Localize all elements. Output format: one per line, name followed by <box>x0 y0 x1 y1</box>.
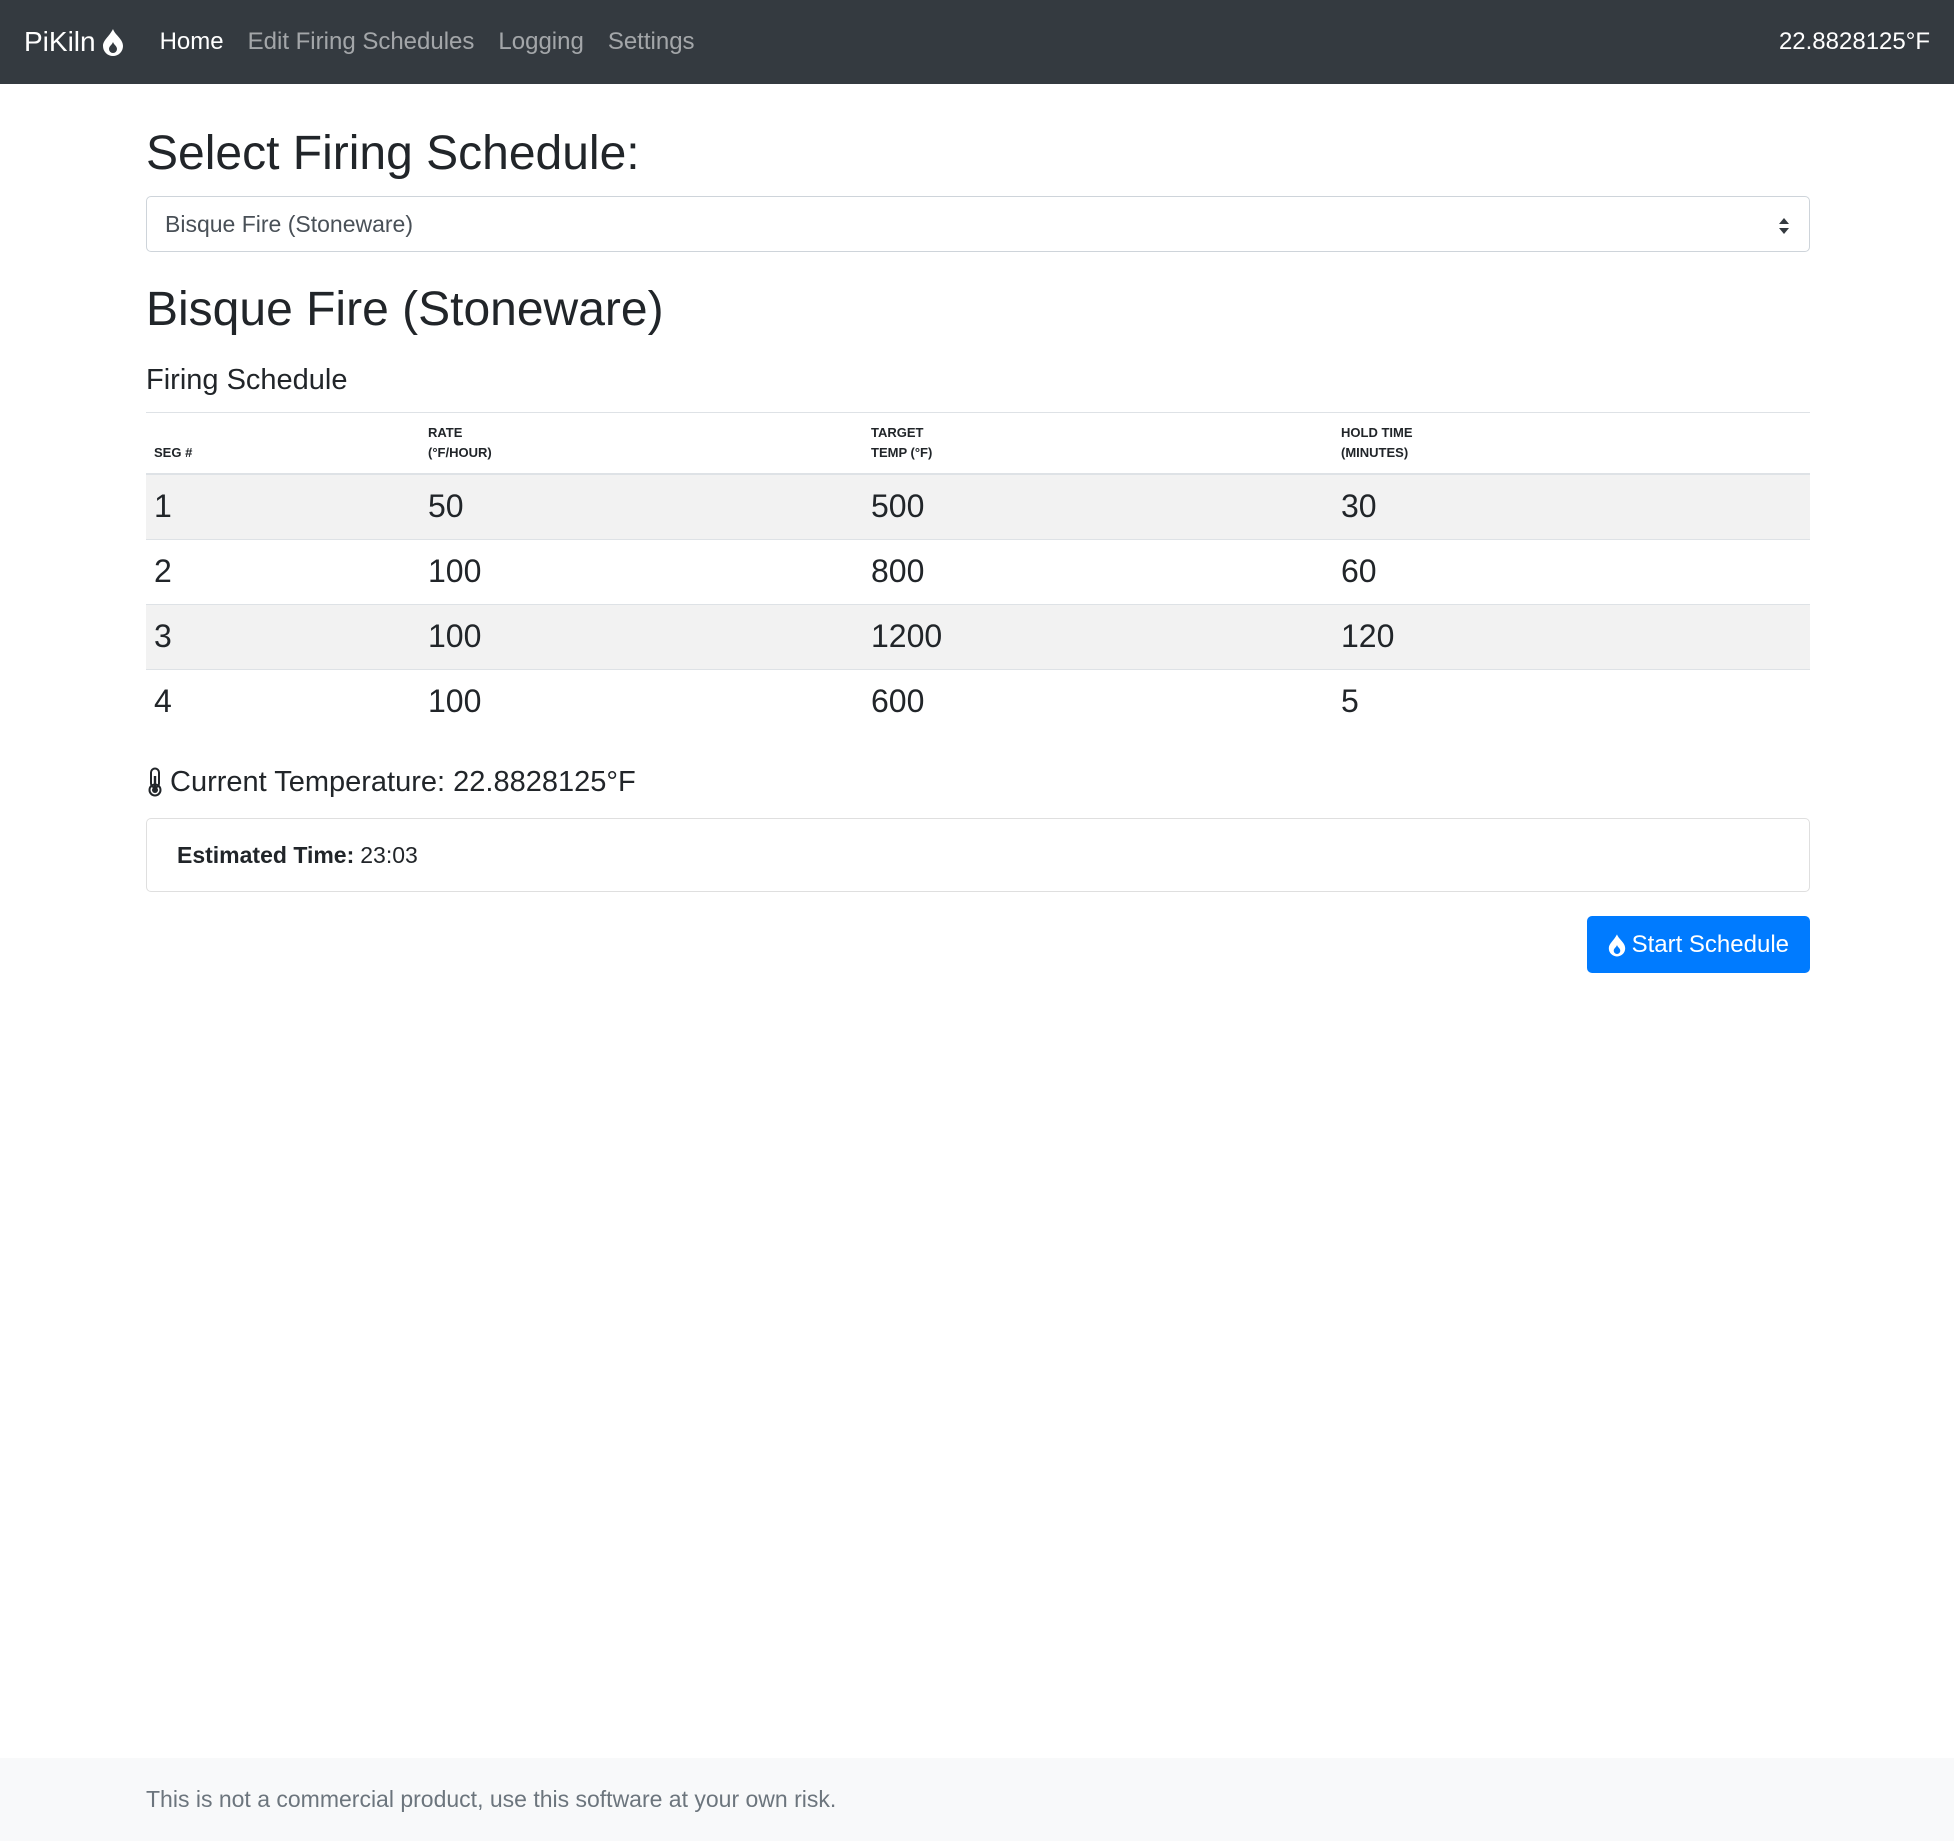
firing-schedule-table: Seg # Rate (°F/hour) Target Temp (°F) Ho… <box>146 412 1810 734</box>
firing-schedule-heading: Firing Schedule <box>146 364 348 396</box>
top-navbar: PiKiln Home Edit Firing Schedules Loggin… <box>0 0 1954 84</box>
nav-logging[interactable]: Logging <box>498 28 583 56</box>
brand-name: PiKiln <box>24 26 96 57</box>
thermometer-icon <box>146 767 164 797</box>
navbar-temperature: 22.8828125°F <box>1778 28 1930 55</box>
table-row: 2 100 800 60 <box>146 538 1810 604</box>
cell-hold-time: 5 <box>1333 668 1810 734</box>
header-seg: Seg # <box>146 412 420 475</box>
fire-icon <box>102 28 124 56</box>
current-temperature-text: Current Temperature: 22.8828125°F <box>170 765 636 798</box>
select-caret-icon <box>1777 215 1791 242</box>
button-row: Start Schedule <box>146 916 1810 973</box>
cell-rate: 100 <box>420 668 863 734</box>
cell-seg: 1 <box>146 473 420 539</box>
nav-home[interactable]: Home <box>160 28 224 56</box>
cell-rate: 100 <box>420 538 863 604</box>
cell-seg: 4 <box>146 668 420 734</box>
estimated-time-value: 23:03 <box>360 841 418 868</box>
brand-link[interactable]: PiKiln <box>24 26 124 58</box>
start-schedule-button[interactable]: Start Schedule <box>1586 916 1810 973</box>
cell-rate: 50 <box>420 473 863 539</box>
header-hold-time: Hold Time (minutes) <box>1333 412 1810 475</box>
cell-rate: 100 <box>420 603 863 669</box>
table-row: 1 50 500 30 <box>146 473 1810 539</box>
start-schedule-label: Start Schedule <box>1631 930 1789 958</box>
table-header-row: Seg # Rate (°F/hour) Target Temp (°F) Ho… <box>146 412 1810 475</box>
page-footer: This is not a commercial product, use th… <box>0 1758 1954 1841</box>
header-target-temp: Target Temp (°F) <box>863 412 1333 475</box>
table-row: 3 100 1200 120 <box>146 603 1810 669</box>
estimated-time-label: Estimated Time: <box>177 841 355 868</box>
select-schedule-heading: Select Firing Schedule: <box>146 127 640 180</box>
nav-settings[interactable]: Settings <box>608 28 695 56</box>
cell-target-temp: 1200 <box>863 603 1333 669</box>
schedule-select[interactable]: Bisque Fire (Stoneware) <box>146 196 1810 252</box>
fire-icon <box>1608 933 1626 957</box>
main-content: Select Firing Schedule: Bisque Fire (Sto… <box>146 84 1810 973</box>
schedule-select-value: Bisque Fire (Stoneware) <box>165 210 413 237</box>
current-temperature: Current Temperature: 22.8828125°F <box>146 764 1810 800</box>
cell-hold-time: 30 <box>1333 473 1810 539</box>
header-rate: Rate (°F/hour) <box>420 412 863 475</box>
cell-target-temp: 600 <box>863 668 1333 734</box>
cell-seg: 3 <box>146 603 420 669</box>
cell-hold-time: 120 <box>1333 603 1810 669</box>
cell-target-temp: 800 <box>863 538 1333 604</box>
footer-disclaimer: This is not a commercial product, use th… <box>146 1786 837 1812</box>
cell-hold-time: 60 <box>1333 538 1810 604</box>
cell-target-temp: 500 <box>863 473 1333 539</box>
nav-edit-firing-schedules[interactable]: Edit Firing Schedules <box>248 28 475 56</box>
estimated-time-card: Estimated Time: 23:03 <box>146 818 1810 892</box>
cell-seg: 2 <box>146 538 420 604</box>
schedule-name-title: Bisque Fire (Stoneware) <box>146 283 664 336</box>
table-row: 4 100 600 5 <box>146 668 1810 734</box>
